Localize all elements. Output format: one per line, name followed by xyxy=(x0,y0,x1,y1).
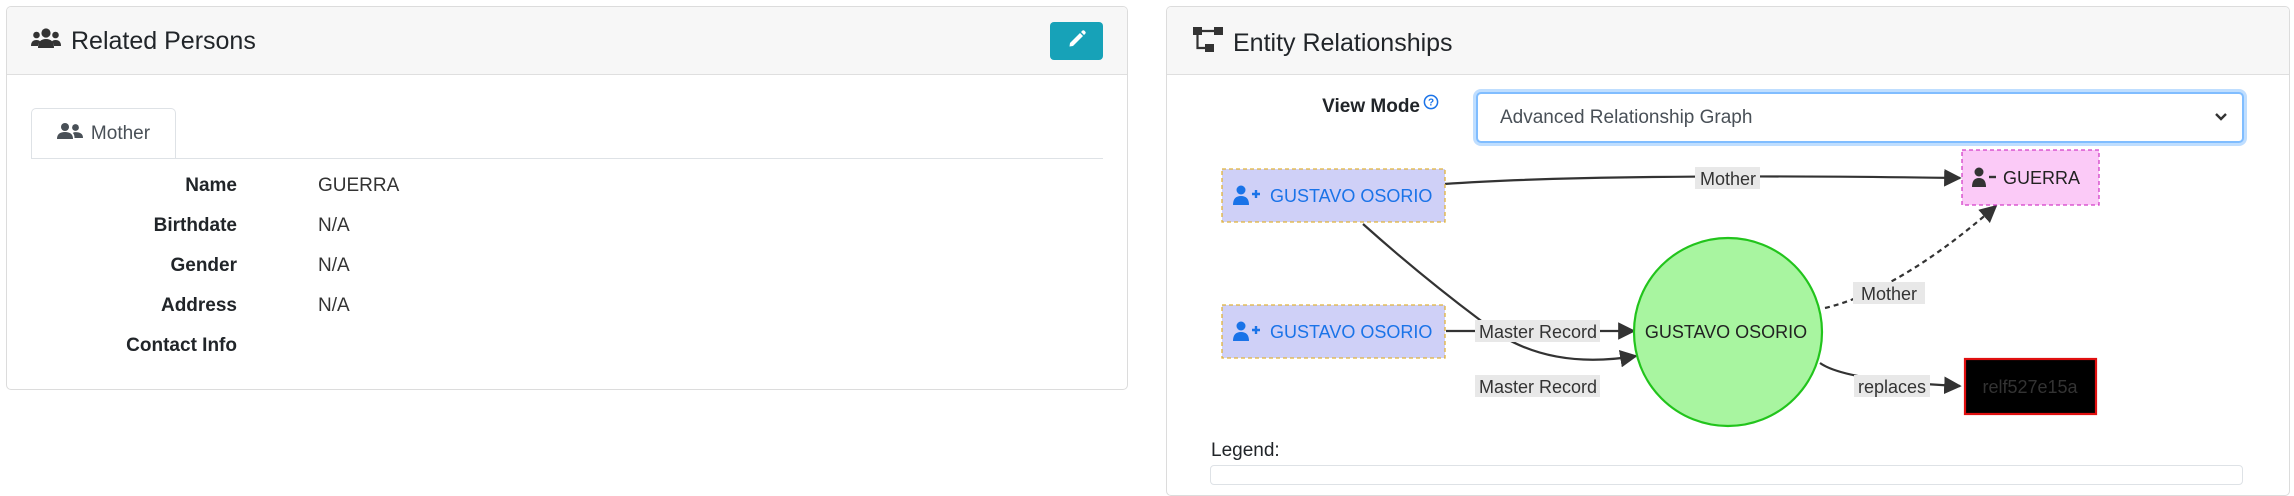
node-person-2-label: GUSTAVO OSORIO xyxy=(1270,322,1432,342)
node-person-1-label: GUSTAVO OSORIO xyxy=(1270,186,1432,206)
edge-label-mother-top: Mother xyxy=(1695,167,1760,189)
edge-label-mother-dotted-text: Mother xyxy=(1861,284,1917,304)
edge-label-master-record-2-text: Master Record xyxy=(1479,377,1597,397)
node-master-record-label: GUSTAVO OSORIO xyxy=(1645,322,1807,342)
edge-label-master-record-2: Master Record xyxy=(1475,375,1600,397)
edge-label-mother-dotted: Mother xyxy=(1853,282,1925,304)
node-person-1[interactable]: GUSTAVO OSORIO xyxy=(1221,168,1446,223)
node-guerra[interactable]: GUERRA xyxy=(1961,149,2100,206)
node-person-2[interactable]: GUSTAVO OSORIO xyxy=(1221,304,1446,359)
legend-label: Legend: xyxy=(1211,440,1280,461)
node-master-record[interactable]: GUSTAVO OSORIO xyxy=(1632,236,1824,428)
edge-label-replaces-text: replaces xyxy=(1858,377,1926,397)
relationship-graph: Mother Master Record Master Record Mothe… xyxy=(1221,149,2100,428)
edge-label-master-record-1-text: Master Record xyxy=(1479,322,1597,342)
node-reference[interactable]: relf527e15a xyxy=(1963,357,2098,416)
edge-label-replaces: replaces xyxy=(1854,375,1930,397)
legend-box xyxy=(1210,465,2243,485)
node-guerra-label: GUERRA xyxy=(2003,168,2080,188)
node-reference-label: relf527e15a xyxy=(1982,377,2078,397)
edge-label-master-record-1: Master Record xyxy=(1475,320,1600,342)
edge-label-mother-top-text: Mother xyxy=(1700,169,1756,189)
